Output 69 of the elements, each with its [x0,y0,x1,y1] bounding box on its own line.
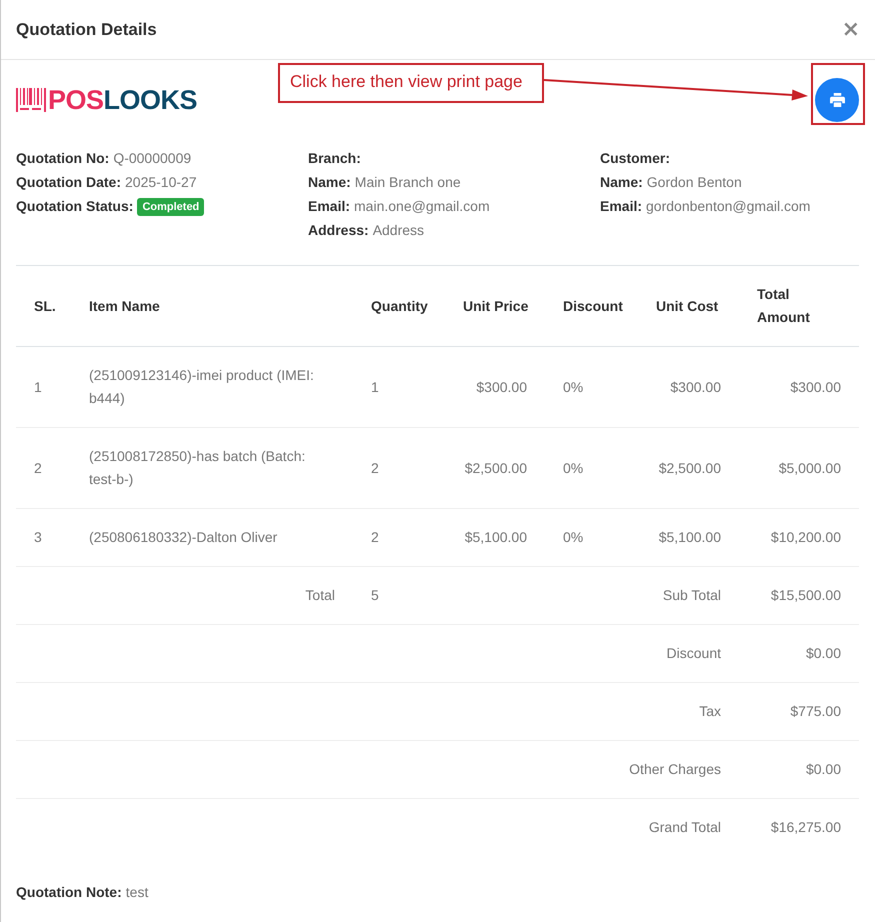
column-header: Unit Price [445,266,545,346]
field-label: Email: [308,198,350,214]
summary-value: $0.00 [739,740,859,798]
field-label: Name: [308,174,351,190]
logo-text: LOOKS [104,86,198,114]
field-value: 2025-10-27 [125,174,197,190]
table-cell: 1 [353,346,445,428]
table-cell: $300.00 [638,346,739,428]
table-cell: 1 [16,346,71,428]
field-label: Quotation Date: [16,174,121,190]
table-cell: Total [71,566,353,624]
table-cell: 2 [353,428,445,508]
field-value: Q-00000009 [113,150,192,166]
field-label: Email: [600,198,642,214]
column-header: Item Name [71,266,353,346]
table-cell: $2,500.00 [445,428,545,508]
logo-text: POS [48,86,104,114]
table-cell: (250806180332)-Dalton Oliver [71,508,353,566]
summary-label: Tax [699,703,721,719]
print-button[interactable] [815,78,859,122]
summary-label: Discount [666,645,721,661]
annotation-callout: Click here then view print page [278,63,544,103]
table-cell: $2,500.00 [638,428,739,508]
field-value: main.one@gmail.com [354,198,490,214]
field-value: Gordon Benton [646,174,742,190]
note-value: test [126,884,148,900]
table-cell: $5,000.00 [739,428,859,508]
summary-label: Grand Total [648,819,721,835]
barcode-icon [16,88,46,112]
table-cell: 2 [353,508,445,566]
table-cell: (251009123146)-imei product (IMEI: b444) [71,346,353,428]
highlight-frame [811,63,865,125]
table-cell: (251008172850)-has batch (Batch: test-b-) [71,428,353,508]
section-heading: Branch: [308,149,362,168]
field-value: gordonbenton@gmail.com [646,198,810,214]
close-button[interactable]: × [842,20,860,40]
column-header: Quantity [353,266,445,346]
field-label: Address: [308,222,369,238]
table-cell: $300.00 [739,346,859,428]
summary-value: $775.00 [739,682,859,740]
modal-title: Quotation Details [16,20,157,40]
table-cell: 5 [353,566,445,624]
field-label: Name: [600,174,643,190]
summary-label: Sub Total [662,587,721,603]
note-label: Quotation Note: [16,884,122,900]
table-cell: $10,200.00 [739,508,859,566]
field-value: Address [372,222,424,238]
column-header: Unit Cost [638,266,739,346]
table-cell: $300.00 [445,346,545,428]
field-value: Main Branch one [354,174,461,190]
section-heading: Customer: [600,149,672,168]
table-cell: 2 [16,428,71,508]
table-cell: 0% [545,508,638,566]
summary-value: $16,275.00 [739,798,859,856]
field-label: Quotation No: [16,150,110,166]
summary-value: $0.00 [739,624,859,682]
printer-icon [830,93,844,107]
table-cell: 3 [16,508,71,566]
table-cell: 0% [545,428,638,508]
field-label: Quotation Status: [16,198,134,214]
table-cell: $5,100.00 [638,508,739,566]
column-header: Discount [545,266,638,346]
summary-value: $15,500.00 [739,566,859,624]
column-header: Total Amount [739,266,859,346]
table-cell: $5,100.00 [445,508,545,566]
summary-label: Other Charges [629,761,721,777]
column-header: SL. [16,266,71,346]
status-badge: Completed [137,198,204,216]
table-cell: 0% [545,346,638,428]
